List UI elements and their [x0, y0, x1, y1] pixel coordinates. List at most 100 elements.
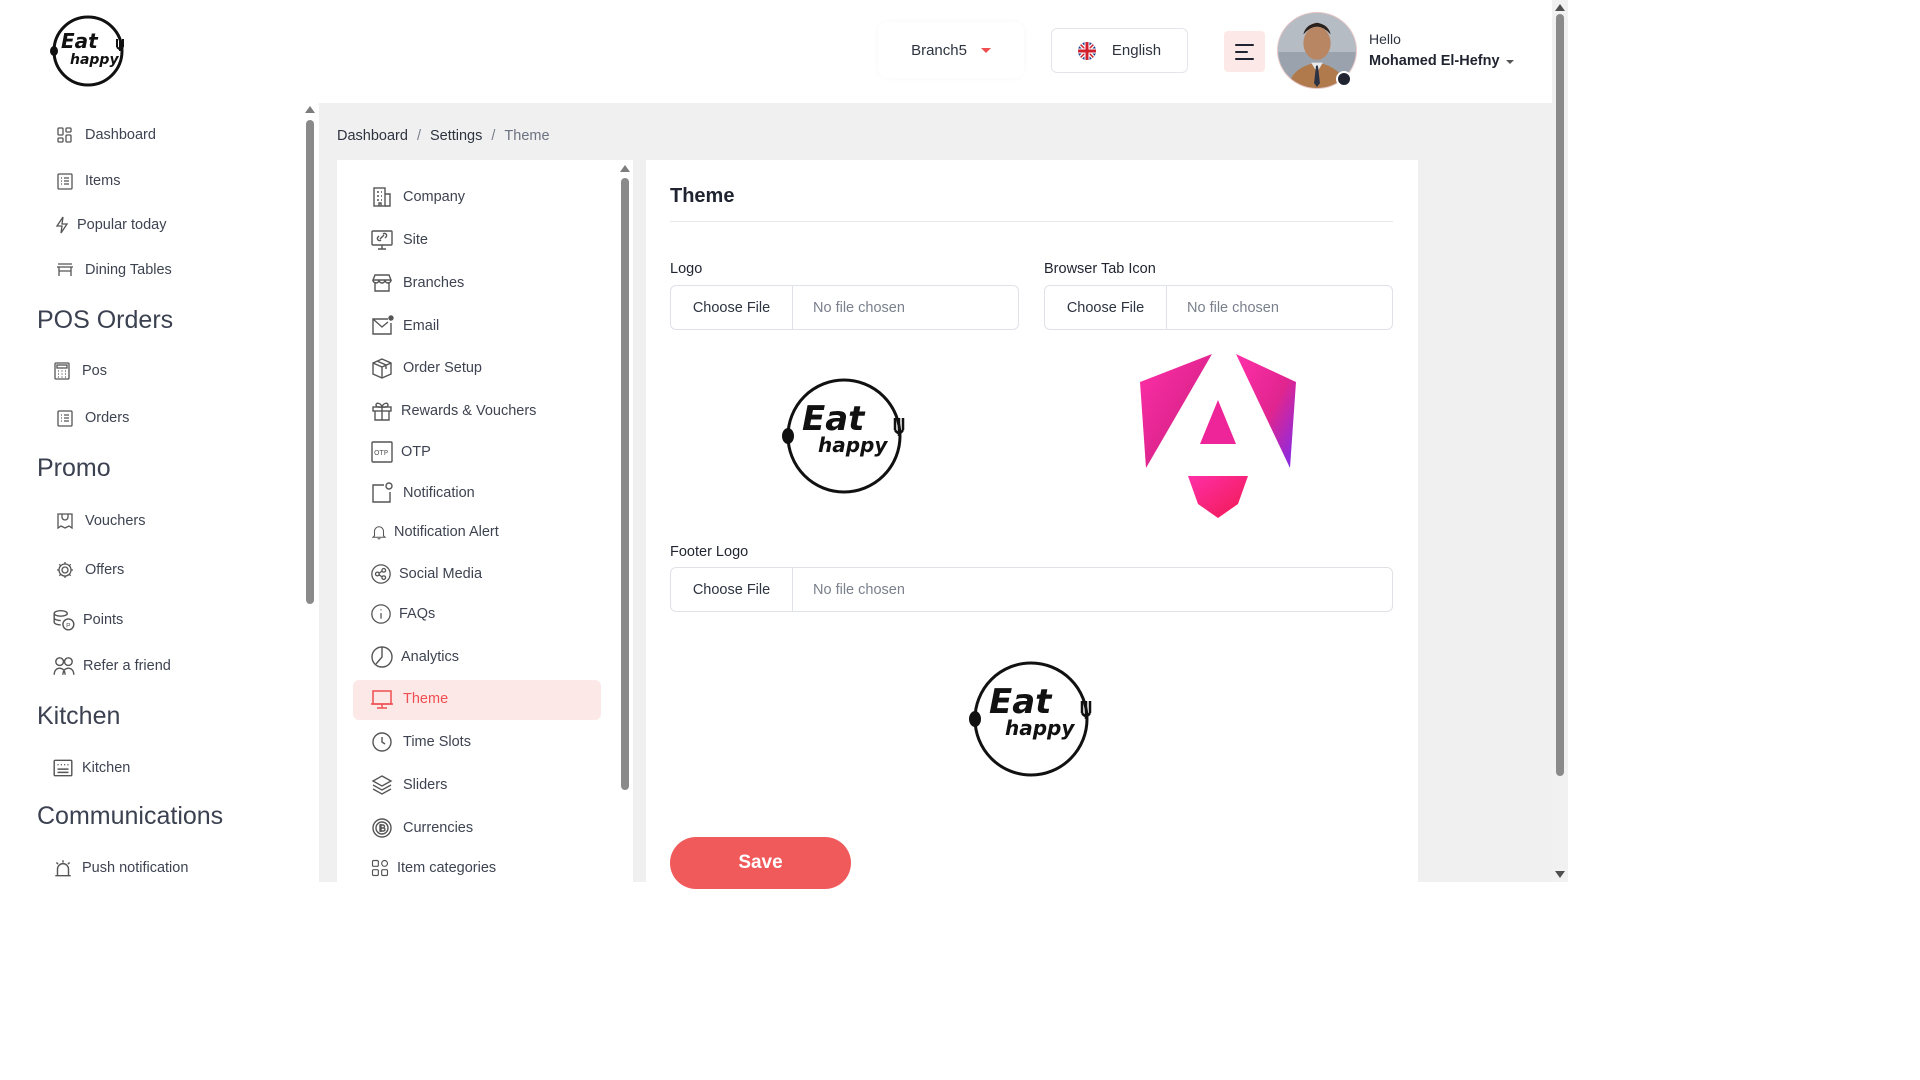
mail-icon [372, 315, 394, 335]
clock-icon [372, 732, 392, 752]
users-icon [53, 657, 75, 675]
scrollbar-thumb[interactable] [306, 120, 314, 604]
settings-item-item-categories[interactable]: Item categories [370, 858, 496, 878]
sidebar-item-label: Points [83, 612, 124, 628]
menu-line [1235, 43, 1254, 46]
sidebar-section-communications: Communications [37, 802, 224, 830]
bell-icon [371, 526, 387, 540]
settings-item-label: Analytics [401, 649, 460, 665]
sidebar-item-vouchers[interactable]: Vouchers [55, 511, 145, 531]
sidebar-item-popular-today[interactable]: Popular today [52, 215, 166, 235]
stove-icon [53, 759, 73, 777]
sidebar-item-offers[interactable]: Offers [55, 560, 124, 580]
list-icon [57, 173, 73, 190]
settings-item-label: Currencies [403, 820, 474, 836]
scroll-up-arrow-icon[interactable] [1555, 4, 1565, 11]
calculator-icon [54, 362, 70, 380]
scroll-down-arrow-icon[interactable] [1555, 871, 1565, 878]
sidebar-item-kitchen[interactable]: Kitchen [52, 757, 130, 779]
sidebar-item-dining-tables[interactable]: Dining Tables [55, 260, 172, 280]
sidebar-item-label: Refer a friend [83, 658, 171, 674]
settings-item-currencies[interactable]: Currencies [370, 816, 473, 840]
sidebar-item-items[interactable]: Items [55, 171, 120, 191]
settings-item-rewards-vouchers[interactable]: Rewards & Vouchers [370, 399, 536, 423]
footer-logo-preview-image: Eat happy [969, 661, 1092, 777]
user-menu[interactable]: Mohamed El-Hefny [1369, 53, 1514, 69]
footer-logo-label: Footer Logo [670, 544, 749, 560]
logo-file-input[interactable]: Choose File No file chosen [670, 285, 1019, 330]
settings-item-label: Notification Alert [394, 524, 499, 540]
breadcrumb-current: Theme [504, 128, 550, 144]
table-icon [57, 263, 73, 276]
settings-item-theme[interactable]: Theme [370, 687, 448, 711]
settings-item-social-media[interactable]: Social Media [370, 563, 482, 585]
breadcrumb: Dashboard / Settings / Theme [337, 128, 550, 144]
choose-file-button[interactable]: Choose File [1045, 286, 1167, 329]
language-selector[interactable]: English [1051, 28, 1188, 73]
edit-avatar-icon[interactable] [1336, 71, 1352, 87]
scroll-up-arrow-icon[interactable] [305, 106, 315, 113]
svg-text:OTP: OTP [374, 449, 388, 457]
settings-item-label: Branches [403, 275, 465, 291]
sidebar: Dashboard Items Popular today Dining Tab… [0, 103, 303, 882]
choose-file-button[interactable]: Choose File [671, 568, 793, 611]
sidebar-item-dashboard[interactable]: Dashboard [55, 125, 156, 145]
sidebar-item-push-notification[interactable]: Push notification [52, 857, 188, 879]
sidebar-item-refer-a-friend[interactable]: Refer a friend [52, 654, 171, 678]
sidebar-section-pos-orders: POS Orders [37, 306, 174, 334]
breadcrumb-dashboard[interactable]: Dashboard [337, 128, 408, 144]
breadcrumb-settings[interactable]: Settings [430, 128, 482, 144]
brand-logo[interactable]: Eat happy [48, 14, 128, 88]
sidebar-item-label: Offers [85, 562, 125, 578]
scrollbar-thumb[interactable] [1556, 14, 1564, 776]
scrollbar-thumb[interactable] [621, 178, 629, 790]
breadcrumb-separator: / [416, 128, 421, 144]
settings-item-sliders[interactable]: Sliders [370, 773, 447, 797]
hamburger-menu-button[interactable] [1224, 31, 1265, 72]
logo-label: Logo [670, 261, 703, 277]
save-button[interactable]: Save [670, 837, 851, 889]
settings-item-branches[interactable]: Branches [370, 271, 464, 295]
file-status: No file chosen [1187, 299, 1279, 316]
choose-file-button[interactable]: Choose File [671, 286, 793, 329]
layers-icon [371, 775, 393, 795]
settings-item-faqs[interactable]: FAQs [370, 603, 435, 625]
sidebar-item-pos[interactable]: Pos [52, 361, 107, 381]
branch-selector[interactable]: Branch5 [878, 22, 1024, 78]
browser-tab-icon-file-input[interactable]: Choose File No file chosen [1044, 285, 1393, 330]
footer-logo-file-input[interactable]: Choose File No file chosen [670, 567, 1393, 612]
window-scrollbar[interactable] [1552, 0, 1568, 882]
logo-word-happy: happy [818, 433, 888, 457]
logo-word-happy: happy [70, 52, 119, 68]
otp-icon: OTP [371, 441, 393, 463]
sidebar-item-points[interactable]: P Points [52, 608, 123, 632]
sidebar-item-label: Kitchen [82, 760, 131, 776]
settings-item-label: Rewards & Vouchers [401, 403, 537, 419]
settings-item-time-slots[interactable]: Time Slots [370, 730, 471, 754]
sidebar-scrollbar[interactable] [305, 106, 315, 882]
settings-item-analytics[interactable]: Analytics [370, 645, 459, 669]
gear-icon [57, 562, 73, 578]
coins-icon: P [53, 610, 75, 631]
box-icon [372, 358, 392, 379]
building-icon [373, 187, 391, 207]
browser-tab-icon-preview-image [1140, 354, 1296, 518]
scroll-up-arrow-icon[interactable] [620, 165, 630, 172]
settings-item-notification-alert[interactable]: Notification Alert [370, 523, 499, 541]
info-icon [371, 604, 391, 624]
sidebar-section-promo: Promo [37, 454, 111, 482]
alarm-icon [55, 860, 71, 877]
settings-item-company[interactable]: Company [370, 185, 465, 209]
settings-item-order-setup[interactable]: Order Setup [370, 356, 482, 380]
sidebar-item-orders[interactable]: Orders [55, 408, 129, 428]
logo-preview-image: Eat happy [782, 378, 905, 494]
currency-icon [372, 818, 392, 838]
settings-item-label: Company [403, 189, 466, 205]
settings-item-notification[interactable]: Notification [370, 481, 475, 505]
divider [670, 221, 1393, 222]
settings-item-site[interactable]: Site [370, 228, 428, 252]
language-label: English [1111, 42, 1162, 59]
settings-item-otp[interactable]: OTP OTP [370, 440, 431, 464]
browser-tab-icon-label: Browser Tab Icon [1044, 261, 1156, 277]
settings-item-email[interactable]: Email [370, 314, 439, 338]
